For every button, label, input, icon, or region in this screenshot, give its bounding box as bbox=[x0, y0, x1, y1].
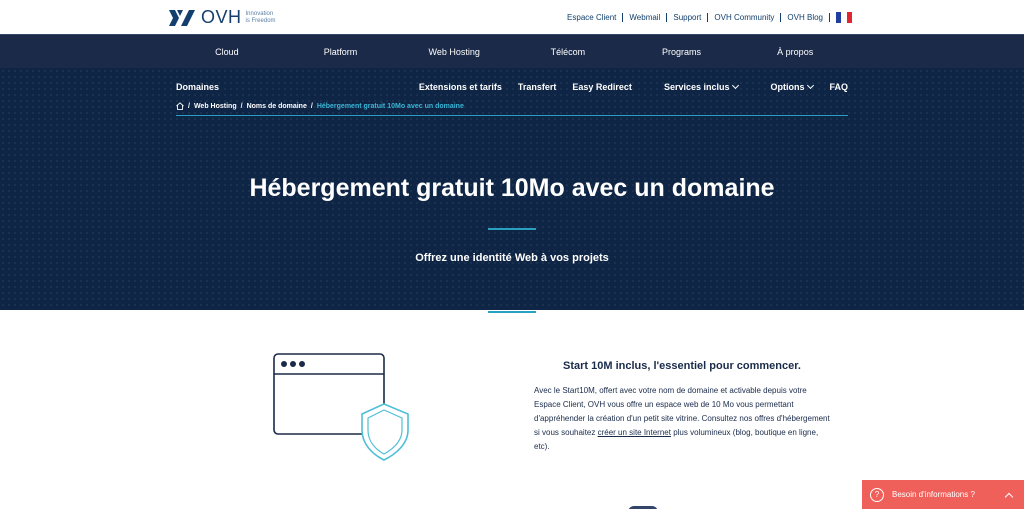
subnav-services-inclus[interactable]: Services inclus bbox=[648, 81, 740, 92]
section-body: Avec le Start10M, offert avec votre nom … bbox=[534, 384, 834, 454]
help-label: Besoin d'informations ? bbox=[892, 490, 975, 499]
ovh-logo[interactable]: OVH Innovation is Freedom bbox=[167, 7, 286, 28]
breadcrumb: / Web Hosting / Noms de domaine / Héberg… bbox=[176, 102, 848, 116]
subnav-faq[interactable]: FAQ bbox=[829, 82, 848, 92]
breadcrumb-noms-de-domaine[interactable]: Noms de domaine bbox=[247, 103, 307, 110]
ovh-community-link[interactable]: OVH Community bbox=[708, 13, 782, 22]
support-link[interactable]: Support bbox=[667, 13, 709, 22]
subnav-services-inclus-label: Services inclus bbox=[663, 82, 730, 92]
tagline-line1: Innovation bbox=[245, 10, 274, 17]
subnav-options-label: Options bbox=[770, 82, 805, 92]
webmail-link[interactable]: Webmail bbox=[623, 13, 668, 22]
section-title: Start 10M inclus, l'essentiel pour comme… bbox=[563, 360, 801, 372]
breadcrumb-current: Hébergement gratuit 10Mo avec un domaine bbox=[316, 102, 464, 110]
home-icon[interactable] bbox=[176, 102, 184, 110]
nav-web-hosting[interactable]: Web Hosting bbox=[397, 47, 511, 57]
subnav-extensions[interactable]: Extensions et tarifs bbox=[419, 82, 502, 92]
subnav-section-domaines[interactable]: Domaines bbox=[176, 82, 403, 92]
page-subtitle: Offrez une identité Web à vos projets bbox=[415, 252, 609, 264]
top-links: Espace Client Webmail Support OVH Commun… bbox=[561, 12, 852, 23]
tagline-line2: is Freedom bbox=[245, 17, 276, 24]
breadcrumb-separator: / bbox=[188, 102, 190, 110]
ovh-logo-icon bbox=[169, 9, 195, 26]
breadcrumb-separator: / bbox=[240, 102, 243, 110]
top-bar: OVH Innovation is Freedom Espace Client … bbox=[0, 0, 1024, 34]
subnav-easy-redirect[interactable]: Easy Redirect bbox=[572, 82, 632, 92]
main-nav: Cloud Platform Web Hosting Télécom Progr… bbox=[0, 34, 1024, 68]
question-icon: ? bbox=[870, 487, 884, 502]
brand-name: OVH bbox=[201, 7, 242, 27]
nav-platform[interactable]: Platform bbox=[284, 47, 398, 57]
nav-a-propos[interactable]: À propos bbox=[738, 47, 852, 57]
nav-telecom[interactable]: Télécom bbox=[511, 47, 625, 57]
creer-site-link[interactable]: créer un site Internet bbox=[598, 428, 671, 437]
chevron-down-icon bbox=[807, 81, 815, 90]
sub-nav: Domaines Extensions et tarifs Transfert … bbox=[176, 80, 848, 94]
france-flag-icon[interactable] bbox=[836, 12, 852, 23]
nav-cloud[interactable]: Cloud bbox=[170, 47, 284, 57]
nav-programs[interactable]: Programs bbox=[625, 47, 739, 57]
subnav-options[interactable]: Options bbox=[754, 81, 815, 92]
brand-tagline: Innovation is Freedom bbox=[246, 11, 286, 25]
chevron-down-icon bbox=[732, 81, 740, 90]
hero-banner: Domaines Extensions et tarifs Transfert … bbox=[0, 68, 1024, 310]
espace-client-link[interactable]: Espace Client bbox=[561, 13, 624, 22]
page-title: Hébergement gratuit 10Mo avec un domaine bbox=[249, 174, 775, 202]
subnav-transfert[interactable]: Transfert bbox=[518, 82, 557, 92]
title-divider bbox=[488, 228, 536, 230]
breadcrumb-web-hosting[interactable]: Web Hosting bbox=[194, 103, 237, 110]
help-button[interactable]: ? Besoin d'informations ? bbox=[862, 480, 1024, 509]
breadcrumb-separator: / bbox=[310, 102, 313, 110]
browser-shield-icon bbox=[273, 353, 409, 461]
chevron-up-icon bbox=[1004, 492, 1014, 501]
ovh-blog-link[interactable]: OVH Blog bbox=[781, 13, 830, 22]
hero-bottom-accent bbox=[488, 311, 536, 313]
